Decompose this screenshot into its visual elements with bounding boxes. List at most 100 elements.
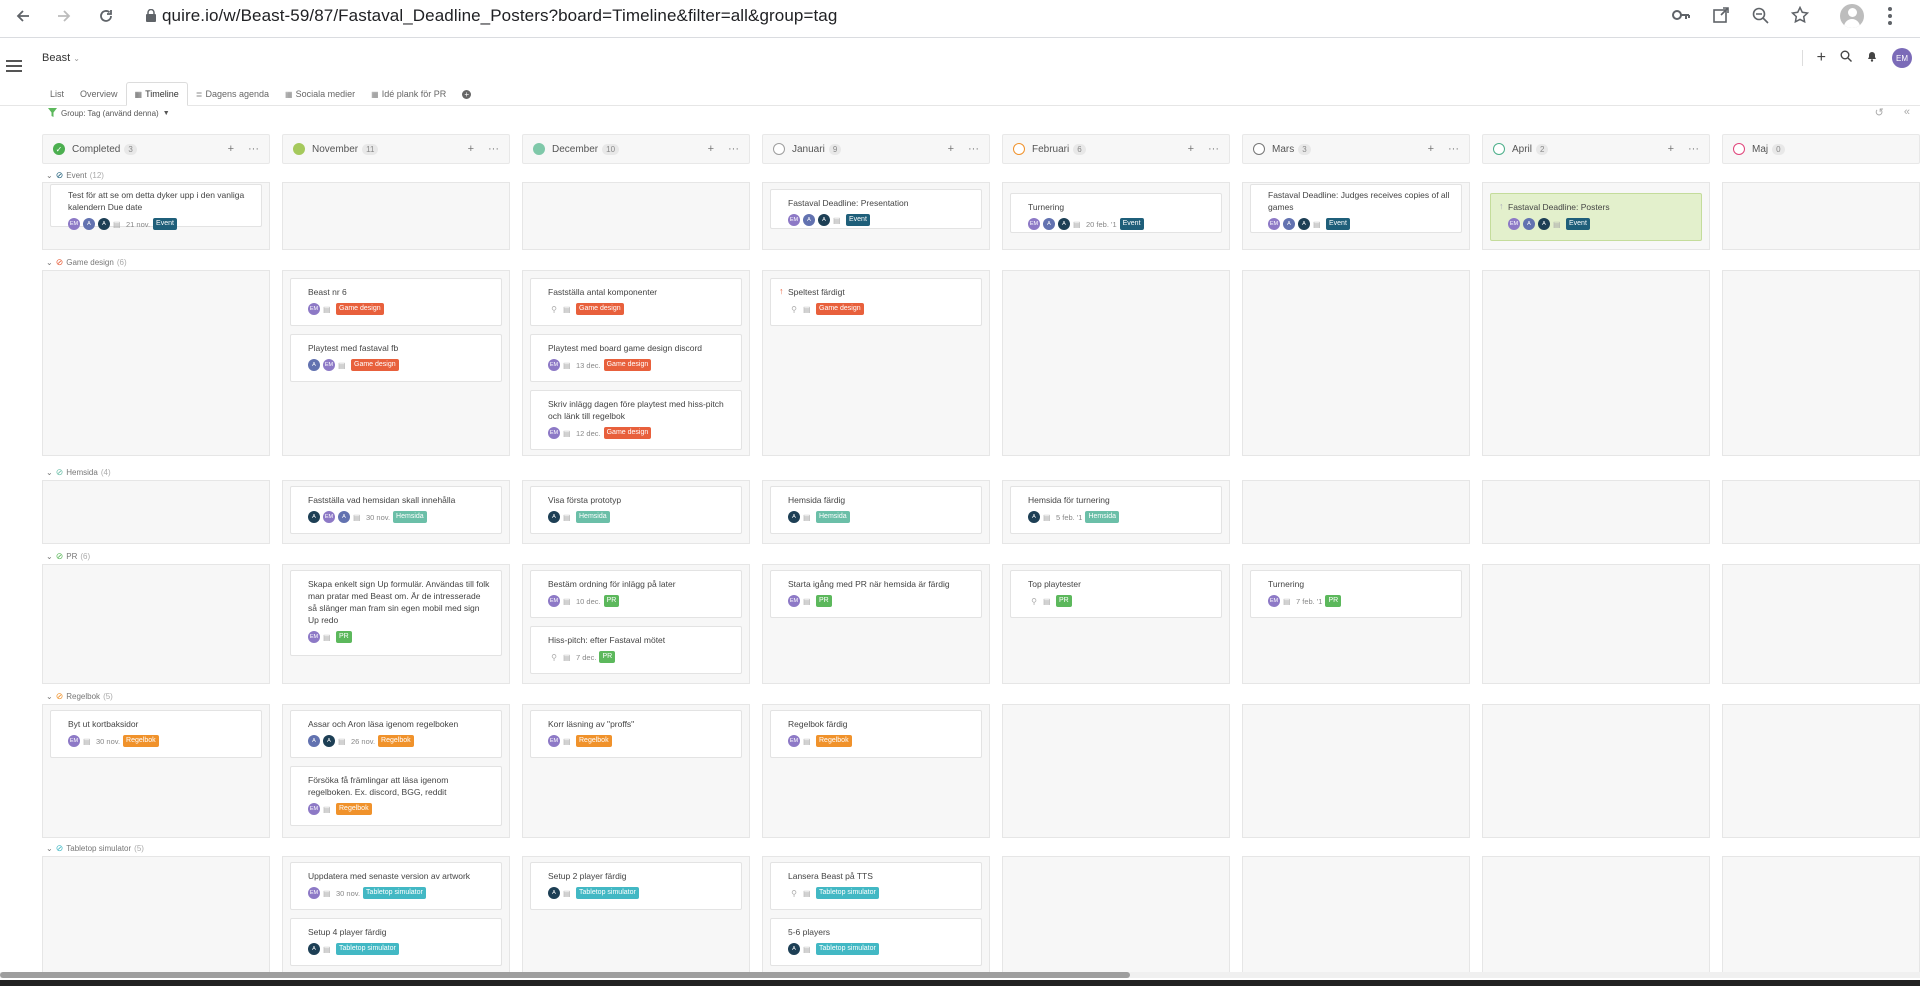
add-task-icon[interactable]: + bbox=[1188, 143, 1194, 155]
task-card[interactable]: Turnering EM ▤ 7 feb. '1 PR bbox=[1250, 570, 1462, 618]
add-icon[interactable]: + bbox=[1817, 49, 1826, 67]
add-task-icon[interactable]: + bbox=[228, 143, 234, 155]
task-card[interactable]: Playtest med board game design discord E… bbox=[530, 334, 742, 382]
hamburger-menu-icon[interactable] bbox=[6, 60, 22, 74]
bookmark-star-icon[interactable] bbox=[1790, 5, 1810, 29]
task-card[interactable]: Hiss-pitch: efter Fastaval mötet ⚲ ▤ 7 d… bbox=[530, 626, 742, 674]
tag-badge[interactable]: Tabletop simulator bbox=[816, 887, 879, 899]
tag-badge[interactable]: Event bbox=[846, 214, 870, 226]
task-card[interactable]: Test för att se om detta dyker upp i den… bbox=[50, 184, 262, 230]
group-label-tabletop-simulator[interactable]: ⌄ ⊘ Tabletop simulator (5) bbox=[46, 842, 144, 854]
tag-badge[interactable]: Regelbok bbox=[336, 803, 372, 815]
task-card[interactable]: Top playtester ⚲ ▤ PR bbox=[1010, 570, 1222, 618]
tag-badge[interactable]: PR bbox=[1325, 595, 1342, 607]
add-task-icon[interactable]: + bbox=[468, 143, 474, 155]
task-card-selected[interactable]: ↑ Fastaval Deadline: Posters EM A A ▤ Ev… bbox=[1490, 193, 1702, 241]
tag-badge[interactable]: Event bbox=[1326, 218, 1350, 230]
bell-icon[interactable] bbox=[1866, 49, 1878, 67]
task-card[interactable]: Visa första prototyp A ▤ Hemsida bbox=[530, 486, 742, 534]
task-card[interactable]: Playtest med fastaval fb A EM ▤ Game des… bbox=[290, 334, 502, 382]
column-header-mars[interactable]: Mars 3 + ··· bbox=[1242, 134, 1470, 164]
tag-badge[interactable]: Event bbox=[1566, 218, 1590, 230]
group-label-game-design[interactable]: ⌄ ⊘ Game design (6) bbox=[46, 256, 127, 268]
task-card[interactable]: Assar och Aron läsa igenom regelboken A … bbox=[290, 710, 502, 758]
user-avatar[interactable]: EM bbox=[1892, 48, 1912, 68]
task-card[interactable]: Setup 2 player färdig A ▤ Tabletop simul… bbox=[530, 862, 742, 910]
tag-badge[interactable]: Hemsida bbox=[393, 511, 427, 523]
tag-badge[interactable]: Game design bbox=[336, 303, 384, 315]
column-header-december[interactable]: December 10 + ··· bbox=[522, 134, 750, 164]
task-card[interactable]: Bestäm ordning för inlägg på later EM ▤ … bbox=[530, 570, 742, 618]
tag-badge[interactable]: Regelbok bbox=[378, 735, 414, 747]
search-icon[interactable] bbox=[1840, 49, 1852, 67]
tag-badge[interactable]: Regelbok bbox=[816, 735, 852, 747]
add-task-icon[interactable]: + bbox=[948, 143, 954, 155]
task-card[interactable]: Fastställa vad hemsidan skall innehålla … bbox=[290, 486, 502, 534]
task-card[interactable]: Skriv inlägg dagen före playtest med his… bbox=[530, 390, 742, 450]
tag-badge[interactable]: PR bbox=[816, 595, 832, 607]
tab-ide-plank[interactable]: ▦ Idé plank för PR bbox=[363, 82, 454, 106]
tag-badge[interactable]: Game design bbox=[576, 303, 624, 315]
more-icon[interactable]: ··· bbox=[1208, 143, 1219, 155]
tab-overview[interactable]: Overview bbox=[72, 82, 126, 106]
tag-badge[interactable]: Event bbox=[153, 218, 177, 230]
tag-badge[interactable]: Game design bbox=[603, 427, 652, 439]
tag-badge[interactable]: Tabletop simulator bbox=[816, 943, 879, 955]
tag-badge[interactable]: Event bbox=[1119, 218, 1144, 230]
tag-badge[interactable]: Hemsida bbox=[1085, 511, 1120, 523]
task-card[interactable]: Regelbok färdig EM ▤ Regelbok bbox=[770, 710, 982, 758]
more-icon[interactable]: ··· bbox=[248, 143, 259, 155]
group-filter[interactable]: Group: Tag (använd denna) ▼ bbox=[48, 106, 170, 120]
tag-badge[interactable]: PR bbox=[603, 595, 620, 607]
tab-sociala-medier[interactable]: ▦ Sociala medier bbox=[277, 82, 363, 106]
add-task-icon[interactable]: + bbox=[1428, 143, 1434, 155]
tag-badge[interactable]: Regelbok bbox=[123, 735, 159, 747]
column-header-januari[interactable]: Januari 9 + ··· bbox=[762, 134, 990, 164]
task-card[interactable]: Setup 4 player färdig A ▤ Tabletop simul… bbox=[290, 918, 502, 966]
task-card[interactable]: Lansera Beast på TTS ⚲ ▤ Tabletop simula… bbox=[770, 862, 982, 910]
group-label-regelbok[interactable]: ⌄ ⊘ Regelbok (5) bbox=[46, 690, 113, 702]
open-external-icon[interactable] bbox=[1713, 7, 1729, 28]
back-icon[interactable] bbox=[12, 5, 34, 27]
more-icon[interactable]: ··· bbox=[488, 143, 499, 155]
more-icon[interactable]: ··· bbox=[728, 143, 739, 155]
task-card[interactable]: Beast nr 6 EM ▤ Game design bbox=[290, 278, 502, 326]
task-card[interactable]: Starta igång med PR när hemsida är färdi… bbox=[770, 570, 982, 618]
tag-badge[interactable]: PR bbox=[1056, 595, 1072, 607]
column-header-completed[interactable]: ✓ Completed 3 + ··· bbox=[42, 134, 270, 164]
profile-icon[interactable] bbox=[1840, 4, 1864, 28]
task-card[interactable]: Fastställa antal komponenter ⚲ ▤ Game de… bbox=[530, 278, 742, 326]
column-header-april[interactable]: April 2 + ··· bbox=[1482, 134, 1710, 164]
task-card[interactable]: ↑ Speltest färdigt ⚲ ▤ Game design bbox=[770, 278, 982, 326]
history-icon[interactable]: ↺ bbox=[1875, 106, 1884, 119]
zoom-icon[interactable] bbox=[1752, 7, 1769, 29]
group-label-hemsida[interactable]: ⌄ ⊘ Hemsida (4) bbox=[46, 466, 111, 478]
tag-badge[interactable]: Tabletop simulator bbox=[363, 887, 426, 899]
task-card[interactable]: Försöka få främlingar att läsa igenom re… bbox=[290, 766, 502, 826]
project-title[interactable]: Beast ⌄ bbox=[42, 52, 80, 64]
tag-badge[interactable]: Tabletop simulator bbox=[576, 887, 639, 899]
key-icon[interactable] bbox=[1672, 8, 1690, 27]
column-header-februari[interactable]: Februari 6 + ··· bbox=[1002, 134, 1230, 164]
task-card[interactable]: Hemsida färdig A ▤ Hemsida bbox=[770, 486, 982, 534]
group-label-event[interactable]: ⌄ ⊘ Event (12) bbox=[46, 169, 104, 181]
tag-badge[interactable]: Game design bbox=[351, 359, 399, 371]
tag-badge[interactable]: Tabletop simulator bbox=[336, 943, 399, 955]
address-bar[interactable]: quire.io/w/Beast-59/87/Fastaval_Deadline… bbox=[132, 2, 1692, 30]
tab-timeline[interactable]: ▦ Timeline bbox=[125, 82, 188, 106]
more-icon[interactable]: ··· bbox=[968, 143, 979, 155]
more-icon[interactable]: ··· bbox=[1688, 143, 1699, 155]
task-card[interactable]: Fastaval Deadline: Judges receives copie… bbox=[1250, 184, 1462, 233]
tag-badge[interactable]: PR bbox=[336, 631, 352, 643]
task-card[interactable]: 5-6 players A ▤ Tabletop simulator bbox=[770, 918, 982, 966]
tag-badge[interactable]: PR bbox=[599, 651, 616, 663]
add-task-icon[interactable]: + bbox=[708, 143, 714, 155]
more-icon[interactable]: ··· bbox=[1448, 143, 1459, 155]
reload-icon[interactable] bbox=[95, 5, 117, 27]
task-card[interactable]: Byt ut kortbaksidor EM ▤ 30 nov. Regelbo… bbox=[50, 710, 262, 758]
tab-dagens-agenda[interactable]: ≣ Dagens agenda bbox=[188, 82, 277, 106]
column-header-maj[interactable]: Maj 0 bbox=[1722, 134, 1920, 164]
task-card[interactable]: Skapa enkelt sign Up formulär. Användas … bbox=[290, 570, 502, 656]
task-card[interactable]: Fastaval Deadline: Presentation EM A A ▤… bbox=[770, 189, 982, 229]
tag-badge[interactable]: Hemsida bbox=[816, 511, 850, 523]
